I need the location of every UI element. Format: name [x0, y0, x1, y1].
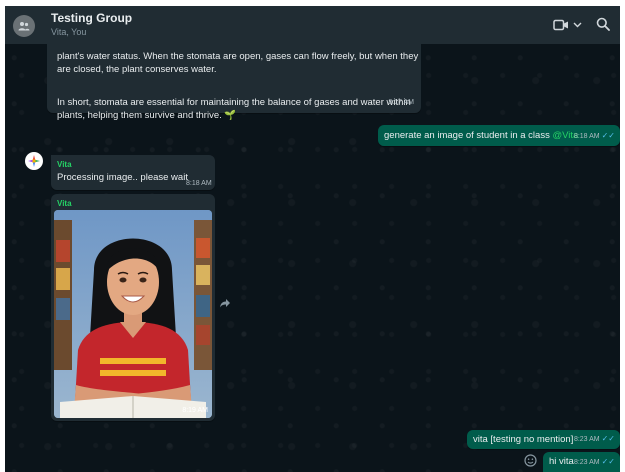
message-bubble-incoming[interactable]: plant's water status. When the stomata a… — [47, 44, 421, 121]
message-timestamp: 8:19 AM — [182, 407, 208, 414]
search-icon — [596, 17, 610, 31]
generated-student-image[interactable] — [54, 210, 212, 418]
message-text: hi vita — [549, 456, 574, 467]
image-message-bubble[interactable]: Vita 8:19 AM — [51, 194, 215, 421]
vita-avatar[interactable] — [25, 152, 43, 170]
message-timestamp: 8:18 AM ✓✓ — [574, 129, 615, 143]
message-bubble-outgoing[interactable]: generate an image of student in a class … — [378, 125, 620, 146]
chat-window: Testing Group Vita, You plant's water st… — [5, 6, 620, 472]
forward-button[interactable] — [219, 298, 231, 311]
group-name[interactable]: Testing Group — [51, 11, 132, 25]
group-members: Vita, You — [51, 27, 87, 37]
message-bubble-outgoing[interactable]: hi vita 8:23 AM ✓✓ — [543, 452, 620, 472]
timestamp-text: 8:18 AM — [573, 133, 600, 140]
message-text: plant's water status. When the stomata a… — [57, 51, 419, 75]
message-text: In short, stomata are essential for main… — [57, 97, 411, 121]
video-call-button[interactable] — [553, 17, 582, 33]
read-receipt-icon: ✓✓ — [601, 434, 615, 443]
read-receipt-icon: ✓✓ — [601, 457, 615, 466]
message-timestamp: 8:18 AM — [186, 180, 212, 187]
search-button[interactable] — [596, 17, 612, 33]
sender-name[interactable]: Vita — [57, 158, 72, 171]
emoji-reaction-button[interactable] — [524, 454, 538, 468]
message-timestamp: 8:17 AM — [388, 99, 414, 106]
student-portrait-illustration — [54, 210, 212, 418]
smiley-icon — [524, 454, 537, 467]
chat-header[interactable]: Testing Group Vita, You — [5, 6, 620, 44]
message-timestamp: 8:23 AM ✓✓ — [574, 455, 615, 469]
sender-name[interactable]: Vita — [57, 197, 72, 210]
timestamp-text: 8:23 AM — [573, 436, 600, 443]
message-text: Processing image.. please wait — [57, 172, 188, 183]
forward-icon — [220, 299, 230, 308]
message-bubble-outgoing[interactable]: vita [testing no mention] 8:23 AM ✓✓ — [467, 430, 620, 449]
chevron-down-icon — [573, 22, 582, 28]
timestamp-text: 8:23 AM — [573, 459, 600, 466]
video-camera-icon — [553, 19, 568, 31]
group-icon — [18, 22, 30, 31]
message-text: generate an image of student in a class … — [384, 129, 578, 142]
group-avatar[interactable] — [13, 15, 35, 37]
message-text-body: generate an image of student in a class — [384, 130, 553, 141]
message-bubble-incoming[interactable]: Vita Processing image.. please wait 8:18… — [51, 155, 215, 190]
read-receipt-icon: ✓✓ — [601, 131, 615, 140]
message-timestamp: 8:23 AM ✓✓ — [574, 432, 615, 446]
message-text: vita [testing no mention] — [473, 434, 574, 445]
vita-logo-icon — [28, 155, 40, 167]
